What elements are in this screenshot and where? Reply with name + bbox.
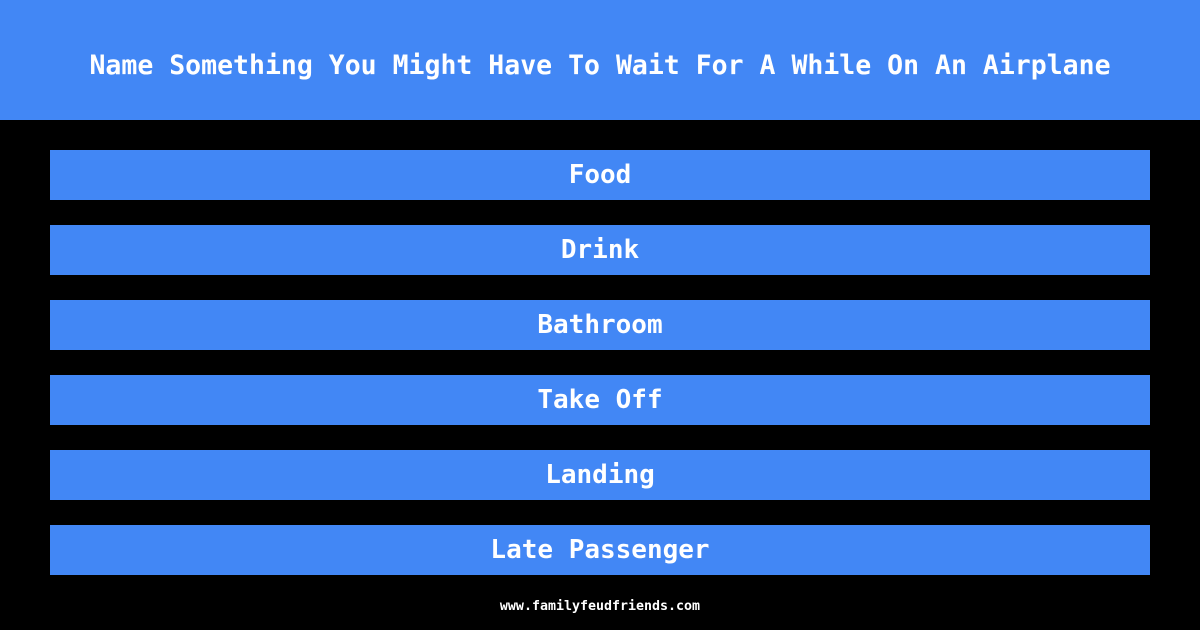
question-header: Name Something You Might Have To Wait Fo… xyxy=(0,0,1200,120)
answer-label: Late Passenger xyxy=(490,535,710,565)
answer-label: Take Off xyxy=(537,385,663,415)
answer-item: Drink xyxy=(50,225,1150,275)
site-url-footer: www.familyfeudfriends.com xyxy=(499,599,701,614)
answer-label: Landing xyxy=(545,460,655,490)
answer-label: Bathroom xyxy=(537,310,663,340)
answer-item: Late Passenger xyxy=(50,525,1150,575)
answer-item: Food xyxy=(50,150,1150,200)
answer-label: Drink xyxy=(560,235,640,265)
answer-item: Bathroom xyxy=(50,300,1150,350)
question-title: Name Something You Might Have To Wait Fo… xyxy=(89,49,1111,81)
answer-label: Food xyxy=(568,160,632,190)
answer-list: Food Drink Bathroom Take Off Landing Lat… xyxy=(50,150,1150,600)
answer-item: Take Off xyxy=(50,375,1150,425)
answer-item: Landing xyxy=(50,450,1150,500)
